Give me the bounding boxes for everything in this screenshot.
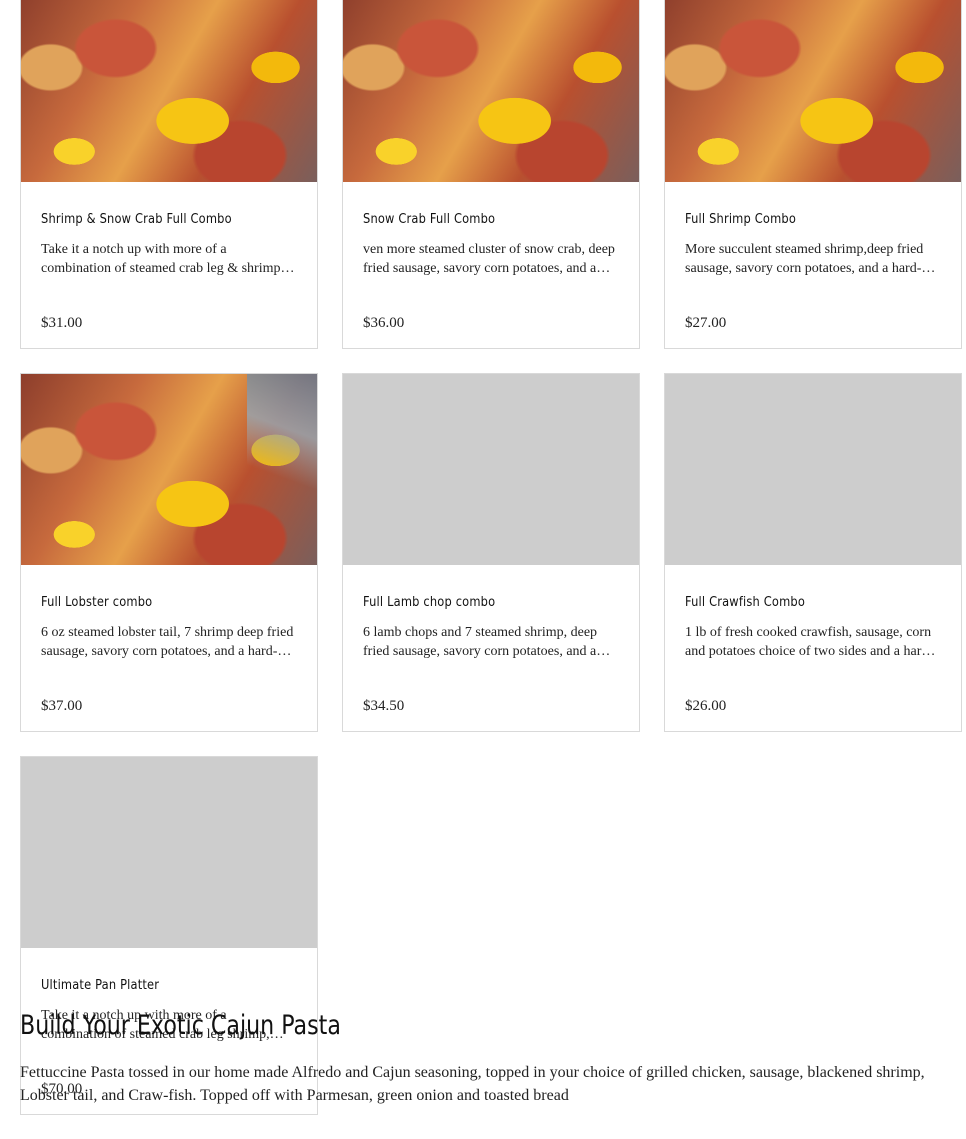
menu-item-title: Ultimate Pan Platter	[41, 978, 160, 993]
image-placeholder	[343, 374, 639, 565]
menu-item-title: Shrimp & Snow Crab Full Combo	[41, 212, 232, 227]
menu-item-price: $36.00	[363, 315, 405, 331]
image-placeholder	[665, 374, 961, 565]
section-description: Fettuccine Pasta tossed in our home made…	[20, 1064, 925, 1104]
menu-item-title: Full Lamb chop combo	[363, 595, 496, 610]
pasta-section: Build Your Exotic Cajun Pasta Fettuccine…	[20, 1010, 950, 1107]
menu-item-card[interactable]: Full Crawfish Combo 1 lb of fresh cooked…	[664, 373, 962, 732]
menu-item-card[interactable]: Shrimp & Snow Crab Full Combo Take it a …	[20, 0, 318, 349]
seafood-boil-photo	[21, 374, 317, 565]
image-placeholder	[21, 757, 317, 948]
menu-item-card[interactable]: Full Lobster combo 6 oz steamed lobster …	[20, 373, 318, 732]
menu-item-title: Full Shrimp Combo	[685, 212, 797, 227]
menu-item-description: More succulent steamed shrimp,deep fried…	[685, 242, 924, 276]
menu-item-description: 1 lb of fresh cooked crawfish, sausage, …	[685, 625, 934, 659]
menu-grid: Shrimp & Snow Crab Full Combo Take it a …	[20, 0, 962, 1139]
menu-item-description: Take it a notch up with more of a combin…	[41, 242, 284, 276]
menu-item-price: $37.00	[41, 698, 83, 714]
menu-item-title: Full Lobster combo	[41, 595, 153, 610]
menu-item-card[interactable]: Snow Crab Full Combo ven more steamed cl…	[342, 0, 640, 349]
seafood-boil-photo	[21, 0, 317, 182]
menu-item-description: 6 oz steamed lobster tail, 7 shrimp deep…	[41, 625, 294, 659]
menu-item-description: ven more steamed cluster of snow crab, d…	[363, 242, 615, 276]
menu-item-card[interactable]: Full Lamb chop combo 6 lamb chops and 7 …	[342, 373, 640, 732]
menu-item-description: 6 lamb chops and 7 steamed shrimp, deep …	[363, 625, 598, 659]
seafood-boil-photo	[343, 0, 639, 182]
menu-item-price: $27.00	[685, 315, 727, 331]
menu-item-price: $26.00	[685, 698, 727, 714]
menu-item-card[interactable]: Full Shrimp Combo More succulent steamed…	[664, 0, 962, 349]
menu-item-price: $34.50	[363, 698, 405, 714]
seafood-boil-photo	[665, 0, 961, 182]
menu-item-title: Full Crawfish Combo	[685, 595, 806, 610]
section-heading: Build Your Exotic Cajun Pasta	[20, 1010, 341, 1041]
menu-item-price: $31.00	[41, 315, 83, 331]
menu-item-title: Snow Crab Full Combo	[363, 212, 496, 227]
